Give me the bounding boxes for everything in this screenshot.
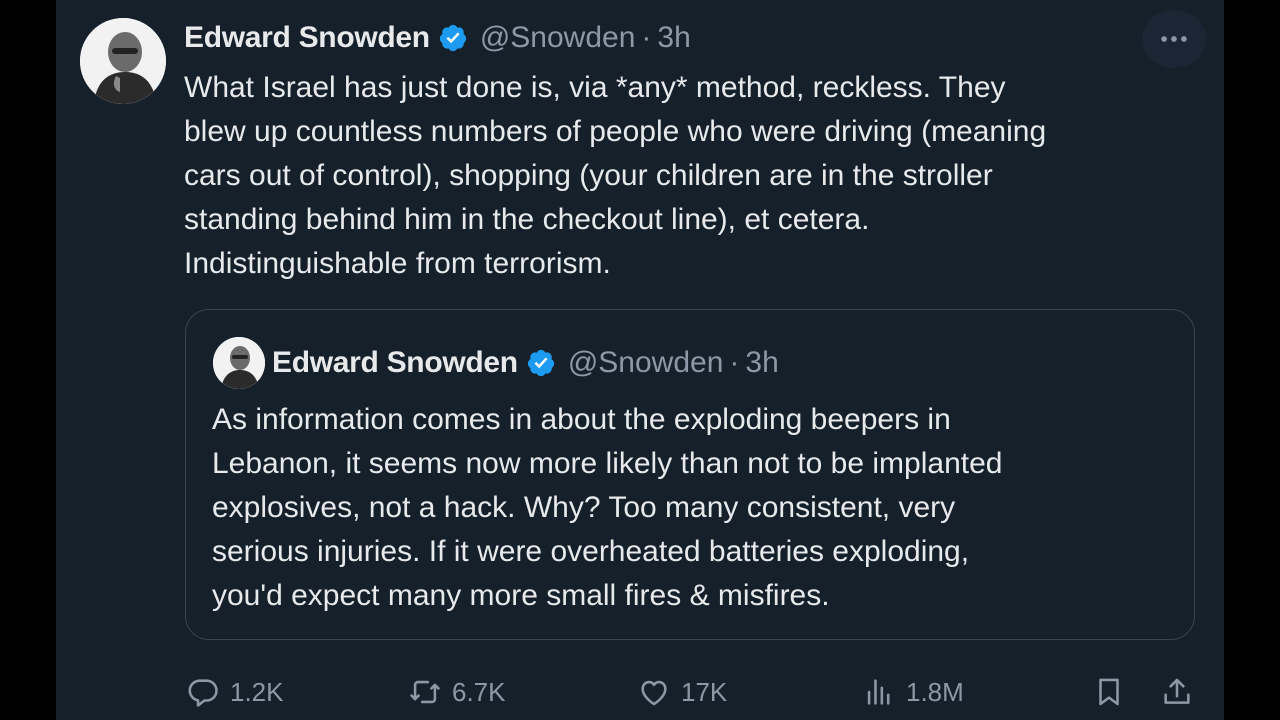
quoted-post-time[interactable]: 3h <box>745 346 778 380</box>
reply-icon <box>188 679 218 707</box>
quoted-post-text: As information comes in about the explod… <box>212 398 1182 618</box>
avatar-portrait-icon <box>80 18 166 104</box>
author-avatar[interactable] <box>80 18 166 104</box>
views-button[interactable]: 1.8M <box>862 668 964 716</box>
separator-dot: · <box>729 346 740 379</box>
post-actions-bar: 1.2K 6.7K 17K 1.8M <box>0 668 1280 716</box>
heart-icon <box>641 680 667 706</box>
quoted-author-name[interactable]: Edward Snowden <box>272 346 518 380</box>
quoted-text-line: explosives, not a hack. Why? Too many co… <box>212 491 956 524</box>
verified-badge-icon <box>439 24 466 52</box>
post-text-line: blew up countless numbers of people who … <box>184 115 1047 148</box>
reply-count: 1.2K <box>230 676 284 707</box>
post-text-line: standing behind him in the checkout line… <box>184 203 870 236</box>
quoted-text-line: you'd expect many more small fires & mis… <box>212 579 830 612</box>
share-button[interactable] <box>1160 668 1194 716</box>
repost-count: 6.7K <box>452 676 506 707</box>
post-time[interactable]: 3h <box>657 21 690 55</box>
post-header: Edward Snowden @Snowden · 3h <box>184 18 691 58</box>
post-text-line: cars out of control), shopping (your chi… <box>184 159 993 192</box>
quoted-text-line: serious injuries. If it were overheated … <box>212 535 970 568</box>
views-count: 1.8M <box>906 676 964 707</box>
post-text: What Israel has just done is, via *any* … <box>184 66 1204 286</box>
quoted-author-avatar[interactable] <box>213 337 265 389</box>
verified-badge-icon <box>527 349 554 377</box>
quoted-text-line: As information comes in about the explod… <box>212 403 951 436</box>
author-name[interactable]: Edward Snowden <box>184 21 430 55</box>
quoted-text-line: Lebanon, it seems now more likely than n… <box>212 447 1003 480</box>
more-horizontal-icon <box>1161 36 1187 42</box>
separator-dot: · <box>641 21 652 54</box>
post-text-line: Indistinguishable from terrorism. <box>184 247 611 280</box>
reply-button[interactable]: 1.2K <box>186 668 284 716</box>
post-text-line: What Israel has just done is, via *any* … <box>184 71 1006 104</box>
more-options-button[interactable] <box>1142 10 1206 68</box>
like-button[interactable]: 17K <box>637 668 727 716</box>
analytics-bars-icon <box>867 679 890 705</box>
quoted-post-header: Edward Snowden @Snowden · 3h <box>272 343 779 383</box>
share-upload-icon <box>1164 678 1190 704</box>
quoted-author-handle[interactable]: @Snowden <box>568 346 724 380</box>
repost-icon <box>410 680 440 704</box>
like-count: 17K <box>681 676 728 707</box>
bookmark-button[interactable] <box>1092 668 1126 716</box>
repost-button[interactable]: 6.7K <box>408 668 506 716</box>
bookmark-icon <box>1099 678 1119 706</box>
avatar-portrait-icon <box>213 337 265 389</box>
author-handle[interactable]: @Snowden <box>480 21 636 55</box>
